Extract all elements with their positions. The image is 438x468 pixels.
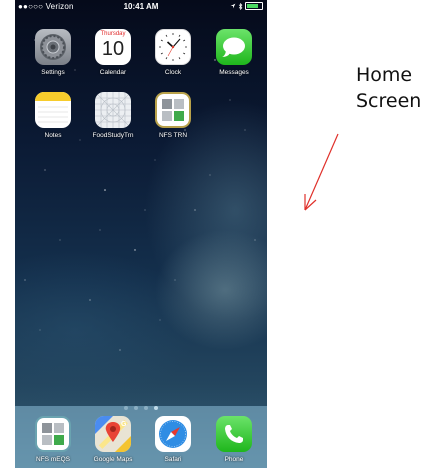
nfs-trn-icon [155, 92, 191, 128]
settings-icon [35, 29, 71, 65]
app-nfs-trn[interactable]: NFS TRN [148, 92, 198, 139]
app-label: Clock [164, 69, 182, 76]
foodstudy-icon [95, 92, 131, 128]
phone-icon [216, 416, 252, 452]
app-messages[interactable]: Messages [209, 29, 259, 76]
app-foodstudytrn[interactable]: FoodStudyTrn [88, 92, 138, 139]
calendar-day: Thursday [100, 31, 126, 37]
calendar-icon: Thursday 10 [95, 29, 131, 65]
app-safari[interactable]: Safari [148, 416, 198, 463]
app-nfs-meqs[interactable]: NFS mEQS [28, 416, 78, 463]
app-label: Settings [41, 69, 65, 76]
calendar-date: 10 [101, 38, 125, 60]
app-label: Google Maps [93, 456, 133, 463]
location-icon [230, 3, 236, 9]
app-label: NFS TRN [158, 132, 188, 139]
messages-icon [216, 29, 252, 65]
app-label: Calendar [99, 69, 127, 76]
app-settings[interactable]: Settings [28, 29, 78, 76]
dock: NFS mEQS G Google Maps Safari Phone [15, 406, 267, 468]
nfs-meqs-icon [35, 416, 71, 452]
app-label: Safari [164, 456, 182, 463]
app-clock[interactable]: Clock [148, 29, 198, 76]
bluetooth-icon [238, 2, 243, 10]
app-calendar[interactable]: Thursday 10 Calendar [88, 29, 138, 76]
battery-icon [245, 2, 263, 10]
caption-line2: Screen [356, 90, 422, 112]
app-label: NFS mEQS [36, 456, 70, 463]
annotation-arrow-icon [304, 133, 339, 211]
app-label: FoodStudyTrn [92, 132, 134, 139]
google-maps-icon: G [95, 416, 131, 452]
app-phone[interactable]: Phone [209, 416, 259, 463]
clock-icon [155, 29, 191, 65]
safari-icon [155, 416, 191, 452]
svg-text:G: G [121, 421, 127, 428]
app-google-maps[interactable]: G Google Maps [88, 416, 138, 463]
app-notes[interactable]: Notes [28, 92, 78, 139]
app-label: Messages [219, 69, 249, 76]
notes-icon [35, 92, 71, 128]
app-label: Notes [44, 132, 62, 139]
caption-line1: Home [356, 64, 413, 86]
status-indicators [230, 2, 263, 10]
app-label: Phone [224, 456, 244, 463]
status-bar: ●●○○○ Verizon 10:41 AM [15, 0, 267, 14]
annotation-caption: Home Screen [356, 62, 421, 114]
phone-screen: ●●○○○ Verizon 10:41 AM Settings Thursday… [15, 0, 267, 468]
